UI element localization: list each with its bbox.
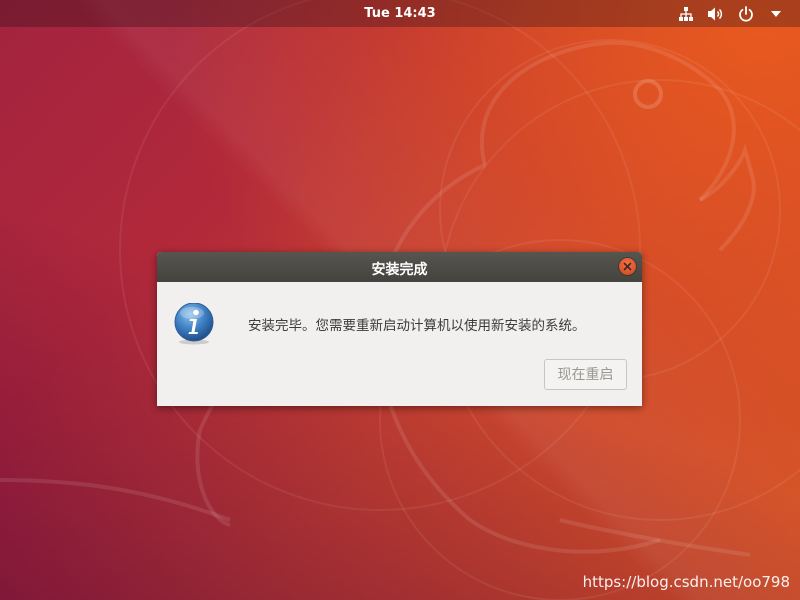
system-tray[interactable]: [676, 4, 786, 23]
watermark-text: https://blog.csdn.net/oo798: [582, 573, 790, 591]
close-icon: [623, 262, 632, 271]
restart-now-button[interactable]: 现在重启: [544, 359, 627, 390]
dialog-message: 安装完毕。您需要重新启动计算机以使用新安装的系统。: [248, 318, 586, 334]
network-icon[interactable]: [676, 4, 696, 23]
volume-icon[interactable]: [706, 4, 726, 23]
info-icon: [174, 303, 214, 345]
power-icon[interactable]: [736, 4, 756, 23]
dialog-titlebar[interactable]: 安装完成: [157, 252, 642, 282]
top-panel: Tue 14:43: [0, 0, 800, 27]
install-complete-dialog: 安装完成 安装完毕。您需要重新启动计算机以使用新安装的系统。 现在重启: [157, 252, 642, 406]
chevron-down-icon[interactable]: [766, 4, 786, 23]
close-button[interactable]: [619, 258, 636, 275]
desktop-background: Tue 14:43 安装完成 安装完毕。您需要重新启动计算机以使用新安装的系统。…: [0, 0, 800, 600]
dialog-title: 安装完成: [371, 262, 428, 278]
